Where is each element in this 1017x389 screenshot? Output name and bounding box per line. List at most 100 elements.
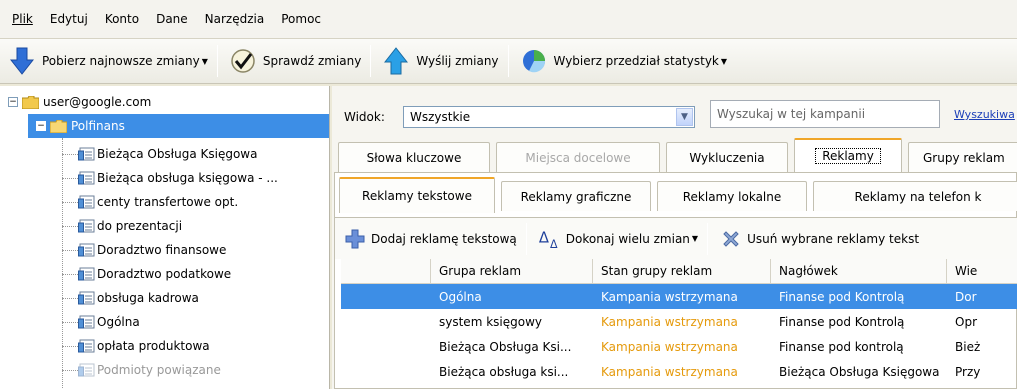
tree-group-label: Bieżąca Obsługa Księgowa bbox=[97, 147, 258, 161]
ad-group-icon bbox=[78, 267, 95, 282]
tree-account-label: user@google.com bbox=[43, 95, 152, 109]
ad-group-icon bbox=[78, 195, 95, 210]
column-header-headline[interactable]: Nagłówek bbox=[771, 259, 947, 283]
delete-ads-button[interactable]: Usuń wybrane reklamy tekst bbox=[711, 224, 925, 254]
tree-campaign-node[interactable]: − Polfinans bbox=[28, 114, 329, 138]
view-select[interactable]: Wszystkie ▼ bbox=[403, 106, 695, 128]
tree-group-item[interactable]: Bieżąca Obsługa Księgowa bbox=[62, 142, 257, 166]
send-changes-label: Wyślij zmiany bbox=[416, 54, 499, 68]
tree-group-item[interactable]: Ogólna bbox=[62, 310, 140, 334]
download-changes-label: Pobierz najnowsze zmiany bbox=[42, 54, 200, 68]
tab-placements-label: Miejsca docelowe bbox=[525, 150, 631, 165]
tab-keywords[interactable]: Słowa kluczowe bbox=[338, 142, 490, 172]
menu-plik[interactable]: Plik bbox=[12, 12, 33, 26]
ad-group-icon bbox=[78, 219, 95, 234]
tree-campaign-label: Polfinans bbox=[71, 119, 125, 133]
subtab-image-ads[interactable]: Reklamy graficzne bbox=[501, 181, 651, 211]
add-text-ad-button[interactable]: Dodaj reklamę tekstową bbox=[335, 224, 523, 254]
ad-group-icon bbox=[78, 171, 95, 186]
subtab-phone-ads[interactable]: Reklamy na telefon k bbox=[813, 181, 1017, 211]
tree-group-item[interactable]: opłata produktowa bbox=[62, 334, 210, 358]
menu-pomoc[interactable]: Pomoc bbox=[281, 12, 321, 26]
checkmark-icon bbox=[229, 47, 257, 75]
menu-narzedzia[interactable]: Narzędzia bbox=[205, 12, 265, 26]
ads-panel: Reklamy tekstowe Reklamy graficzne Rekla… bbox=[334, 172, 1017, 389]
main-panel: Widok: Wszystkie ▼ Wyszukaj w tej kampan… bbox=[332, 86, 1017, 389]
dropdown-arrow-icon: ▼ bbox=[691, 234, 699, 243]
column-header-group-status[interactable]: Stan grupy reklam bbox=[593, 259, 771, 283]
collapse-icon[interactable]: − bbox=[8, 97, 18, 107]
subtab-text-ads[interactable]: Reklamy tekstowe bbox=[339, 177, 495, 213]
multiple-changes-label: Dokonaj wielu zmian bbox=[565, 231, 690, 246]
multiple-changes-button[interactable]: ΔΔ Dokonaj wielu zmian ▼ bbox=[530, 224, 704, 254]
search-input[interactable]: Wyszukaj w tej kampanii bbox=[710, 100, 940, 128]
tab-ad-groups[interactable]: Grupy reklam bbox=[908, 142, 1017, 172]
table-row[interactable]: Ogólna Kampania wstrzymana Finanse pod K… bbox=[341, 284, 1017, 309]
cell-line: Opr bbox=[955, 314, 977, 329]
cell-line: Bież bbox=[955, 339, 981, 354]
table-row[interactable]: system księgowy Kampania wstrzymana Fina… bbox=[341, 309, 1017, 334]
menu-bar: Plik Edytuj Konto Dane Narzędzia Pomoc bbox=[0, 0, 1017, 38]
ad-group-icon bbox=[78, 291, 95, 306]
tree-group-label: centy transfertowe opt. bbox=[97, 195, 239, 209]
delete-x-icon bbox=[719, 227, 743, 251]
svg-text:Δ: Δ bbox=[539, 229, 549, 246]
cell-line: Przy bbox=[955, 364, 981, 379]
pie-chart-icon bbox=[520, 47, 548, 75]
cell-headline: Bieżąca Obsługa Księgowa bbox=[779, 364, 940, 379]
column-header-line[interactable]: Wie bbox=[947, 259, 1017, 283]
tree-group-label: Ogólna bbox=[97, 315, 140, 329]
tab-exclusions[interactable]: Wykluczenia bbox=[666, 142, 788, 172]
ad-group-icon bbox=[78, 363, 95, 378]
cell-ad-group: system księgowy bbox=[439, 314, 542, 329]
menu-edytuj[interactable]: Edytuj bbox=[50, 12, 88, 26]
cell-line: Dor bbox=[955, 289, 977, 304]
download-changes-button[interactable]: Pobierz najnowsze zmiany ▼ bbox=[0, 45, 214, 77]
tree-account-node[interactable]: − user@google.com bbox=[8, 90, 151, 114]
svg-text:Δ: Δ bbox=[550, 238, 558, 250]
tab-placements[interactable]: Miejsca docelowe bbox=[496, 142, 660, 172]
table-header: Grupa reklam Stan grupy reklam Nagłówek … bbox=[341, 259, 1017, 284]
toolbar-separator bbox=[370, 45, 372, 77]
tree-group-item[interactable]: Bieżąca obsługa księgowa - ... bbox=[62, 166, 278, 190]
table-row[interactable]: Bieżąca Obsługa Ksi... Kampania wstrzyma… bbox=[341, 334, 1017, 359]
tree-group-item[interactable]: Doradztwo podatkowe bbox=[62, 262, 231, 286]
advanced-search-link[interactable]: Wyszukiwa bbox=[954, 108, 1015, 121]
tree-group-item[interactable]: do prezentacji bbox=[62, 214, 182, 238]
cell-headline: Finanse pod kontrolą bbox=[779, 339, 904, 354]
ad-group-icon bbox=[78, 243, 95, 258]
action-separator bbox=[525, 222, 527, 255]
action-separator bbox=[707, 222, 709, 255]
view-label: Widok: bbox=[344, 110, 385, 124]
ad-group-icon bbox=[78, 315, 95, 330]
tree-group-label: opłata produktowa bbox=[97, 339, 210, 353]
add-text-ad-label: Dodaj reklamę tekstową bbox=[371, 231, 517, 246]
column-header-select[interactable] bbox=[341, 259, 431, 283]
tab-ads[interactable]: Reklamy bbox=[794, 138, 902, 172]
cell-headline: Finanse pod Kontrolą bbox=[779, 289, 905, 304]
menu-dane[interactable]: Dane bbox=[156, 12, 188, 26]
cell-group-status: Kampania wstrzymana bbox=[601, 289, 738, 304]
send-changes-button[interactable]: Wyślij zmiany bbox=[374, 45, 504, 77]
column-header-ad-group[interactable]: Grupa reklam bbox=[431, 259, 593, 283]
tree-group-item[interactable]: Podmioty powiązane bbox=[62, 358, 221, 382]
search-placeholder: Wyszukaj w tej kampanii bbox=[717, 107, 866, 121]
cell-ad-group: Ogólna bbox=[439, 289, 482, 304]
dropdown-arrow-icon: ▼ bbox=[201, 56, 208, 66]
check-changes-label: Sprawdź zmiany bbox=[262, 54, 362, 68]
tree-group-item[interactable]: centy transfertowe opt. bbox=[62, 190, 238, 214]
subtab-local-ads-label: Reklamy lokalne bbox=[682, 189, 782, 204]
tab-ad-groups-label: Grupy reklam bbox=[923, 150, 1005, 165]
tree-group-item[interactable]: obsługa kadrowa bbox=[62, 286, 199, 310]
table-row[interactable]: Bieżąca obsługa ksi... Kampania wstrzyma… bbox=[341, 359, 1017, 384]
collapse-icon[interactable]: − bbox=[36, 121, 46, 131]
check-changes-button[interactable]: Sprawdź zmiany bbox=[221, 45, 367, 77]
subtab-image-ads-label: Reklamy graficzne bbox=[520, 189, 632, 204]
menu-konto[interactable]: Konto bbox=[105, 12, 139, 26]
stats-range-button[interactable]: Wybierz przedział statystyk ▼ bbox=[512, 45, 733, 77]
chevron-down-icon[interactable]: ▼ bbox=[676, 108, 693, 126]
subtab-local-ads[interactable]: Reklamy lokalne bbox=[657, 181, 807, 211]
cell-ad-group: Bieżąca obsługa ksi... bbox=[439, 364, 569, 379]
cell-group-status: Kampania wstrzymana bbox=[601, 314, 738, 329]
tree-group-item[interactable]: Doradztwo finansowe bbox=[62, 238, 226, 262]
